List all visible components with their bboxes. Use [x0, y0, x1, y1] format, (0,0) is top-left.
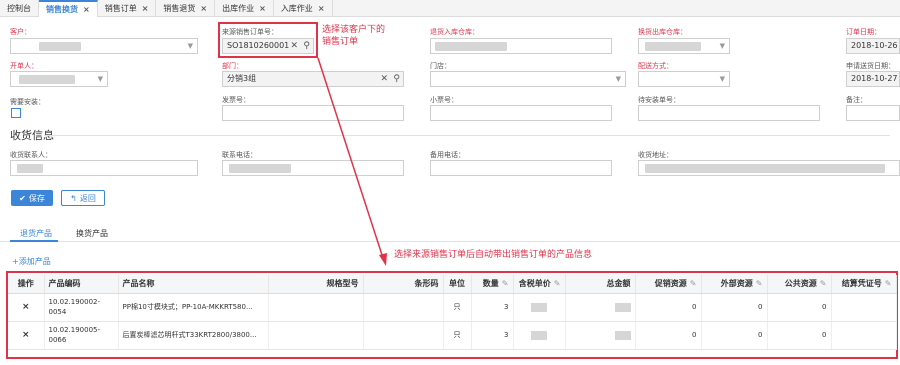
col-header-spec: 规格型号: [268, 275, 364, 294]
col-header-label: 促销资源: [654, 279, 687, 289]
product-table: 操作 产品编码 产品名称 规格型号 条形码 单位 数量 ✎ 含税单价 ✎ 总金额 促…: [8, 275, 897, 350]
redacted-value: [531, 330, 547, 340]
redacted-value: [614, 330, 631, 340]
col-header-label: 含税单价: [518, 279, 551, 289]
edit-icon: ✎: [501, 279, 509, 289]
col-header-barcode: 条形码: [363, 275, 444, 294]
cell-public[interactable]: 0: [767, 321, 832, 350]
cell-unit: 只: [443, 321, 472, 350]
cell-total: [565, 293, 636, 322]
cell-barcode: [363, 293, 444, 322]
table-row: × 10.02.190002-0054 PP棉10寸模块式；PP-10A-MKK…: [8, 293, 897, 322]
delete-row-button[interactable]: ×: [8, 321, 45, 350]
col-header-label: 数量: [482, 279, 499, 289]
col-header-name: 产品名称: [118, 275, 269, 294]
edit-icon: ✎: [755, 279, 763, 289]
cell-spec: [268, 293, 364, 322]
cell-voucher[interactable]: [831, 321, 897, 350]
cell-unit: 只: [443, 293, 472, 322]
redacted-value: [614, 302, 631, 312]
cell-total: [565, 321, 636, 350]
cell-external[interactable]: 0: [701, 321, 768, 350]
col-header-quantity: 数量 ✎: [471, 275, 514, 294]
table-row: × 10.02.190005-0066 后置炭棒滤芯明杆式T33KRT2800/…: [8, 321, 897, 350]
col-header-unit: 单位: [443, 275, 472, 294]
cell-spec: [268, 321, 364, 350]
cell-external[interactable]: 0: [701, 293, 768, 322]
col-header-promo: 促销资源 ✎: [635, 275, 702, 294]
col-header-voucher: 结算凭证号 ✎: [831, 275, 897, 294]
edit-icon: ✎: [884, 279, 892, 289]
cell-unit-price[interactable]: [513, 321, 566, 350]
col-header-code: 产品编码: [44, 275, 119, 294]
cell-promo[interactable]: 0: [635, 321, 702, 350]
delete-icon[interactable]: ×: [22, 302, 30, 312]
table-header-row: 操作 产品编码 产品名称 规格型号 条形码 单位 数量 ✎ 含税单价 ✎ 总金额 促…: [8, 275, 897, 294]
arrow-head: [379, 253, 387, 266]
edit-icon: ✎: [689, 279, 697, 289]
col-header-label: 公共资源: [784, 279, 817, 289]
col-header-label: 结算凭证号: [841, 279, 882, 289]
col-header-label: 外部资源: [720, 279, 753, 289]
cell-code: 10.02.190005-0066: [44, 321, 119, 350]
delete-row-button[interactable]: ×: [8, 293, 45, 322]
arrow-line: [317, 57, 384, 259]
cell-public[interactable]: 0: [767, 293, 832, 322]
col-header-external: 外部资源 ✎: [701, 275, 768, 294]
col-header-total: 总金额: [565, 275, 636, 294]
cell-code: 10.02.190002-0054: [44, 293, 119, 322]
cell-promo[interactable]: 0: [635, 293, 702, 322]
col-header-operation: 操作: [8, 275, 45, 294]
col-header-public: 公共资源 ✎: [767, 275, 832, 294]
cell-barcode: [363, 321, 444, 350]
cell-voucher[interactable]: [831, 293, 897, 322]
redacted-value: [531, 302, 547, 312]
cell-quantity[interactable]: 3: [471, 321, 514, 350]
cell-name: 后置炭棒滤芯明杆式T33KRT2800/3800...: [118, 321, 269, 350]
cell-name: PP棉10寸模块式；PP-10A-MKKRT580...: [118, 293, 269, 322]
edit-icon: ✎: [553, 279, 561, 289]
col-header-unit-price: 含税单价 ✎: [513, 275, 566, 294]
cell-quantity[interactable]: 3: [471, 293, 514, 322]
edit-icon: ✎: [819, 279, 827, 289]
cell-unit-price[interactable]: [513, 293, 566, 322]
delete-icon[interactable]: ×: [22, 330, 30, 340]
